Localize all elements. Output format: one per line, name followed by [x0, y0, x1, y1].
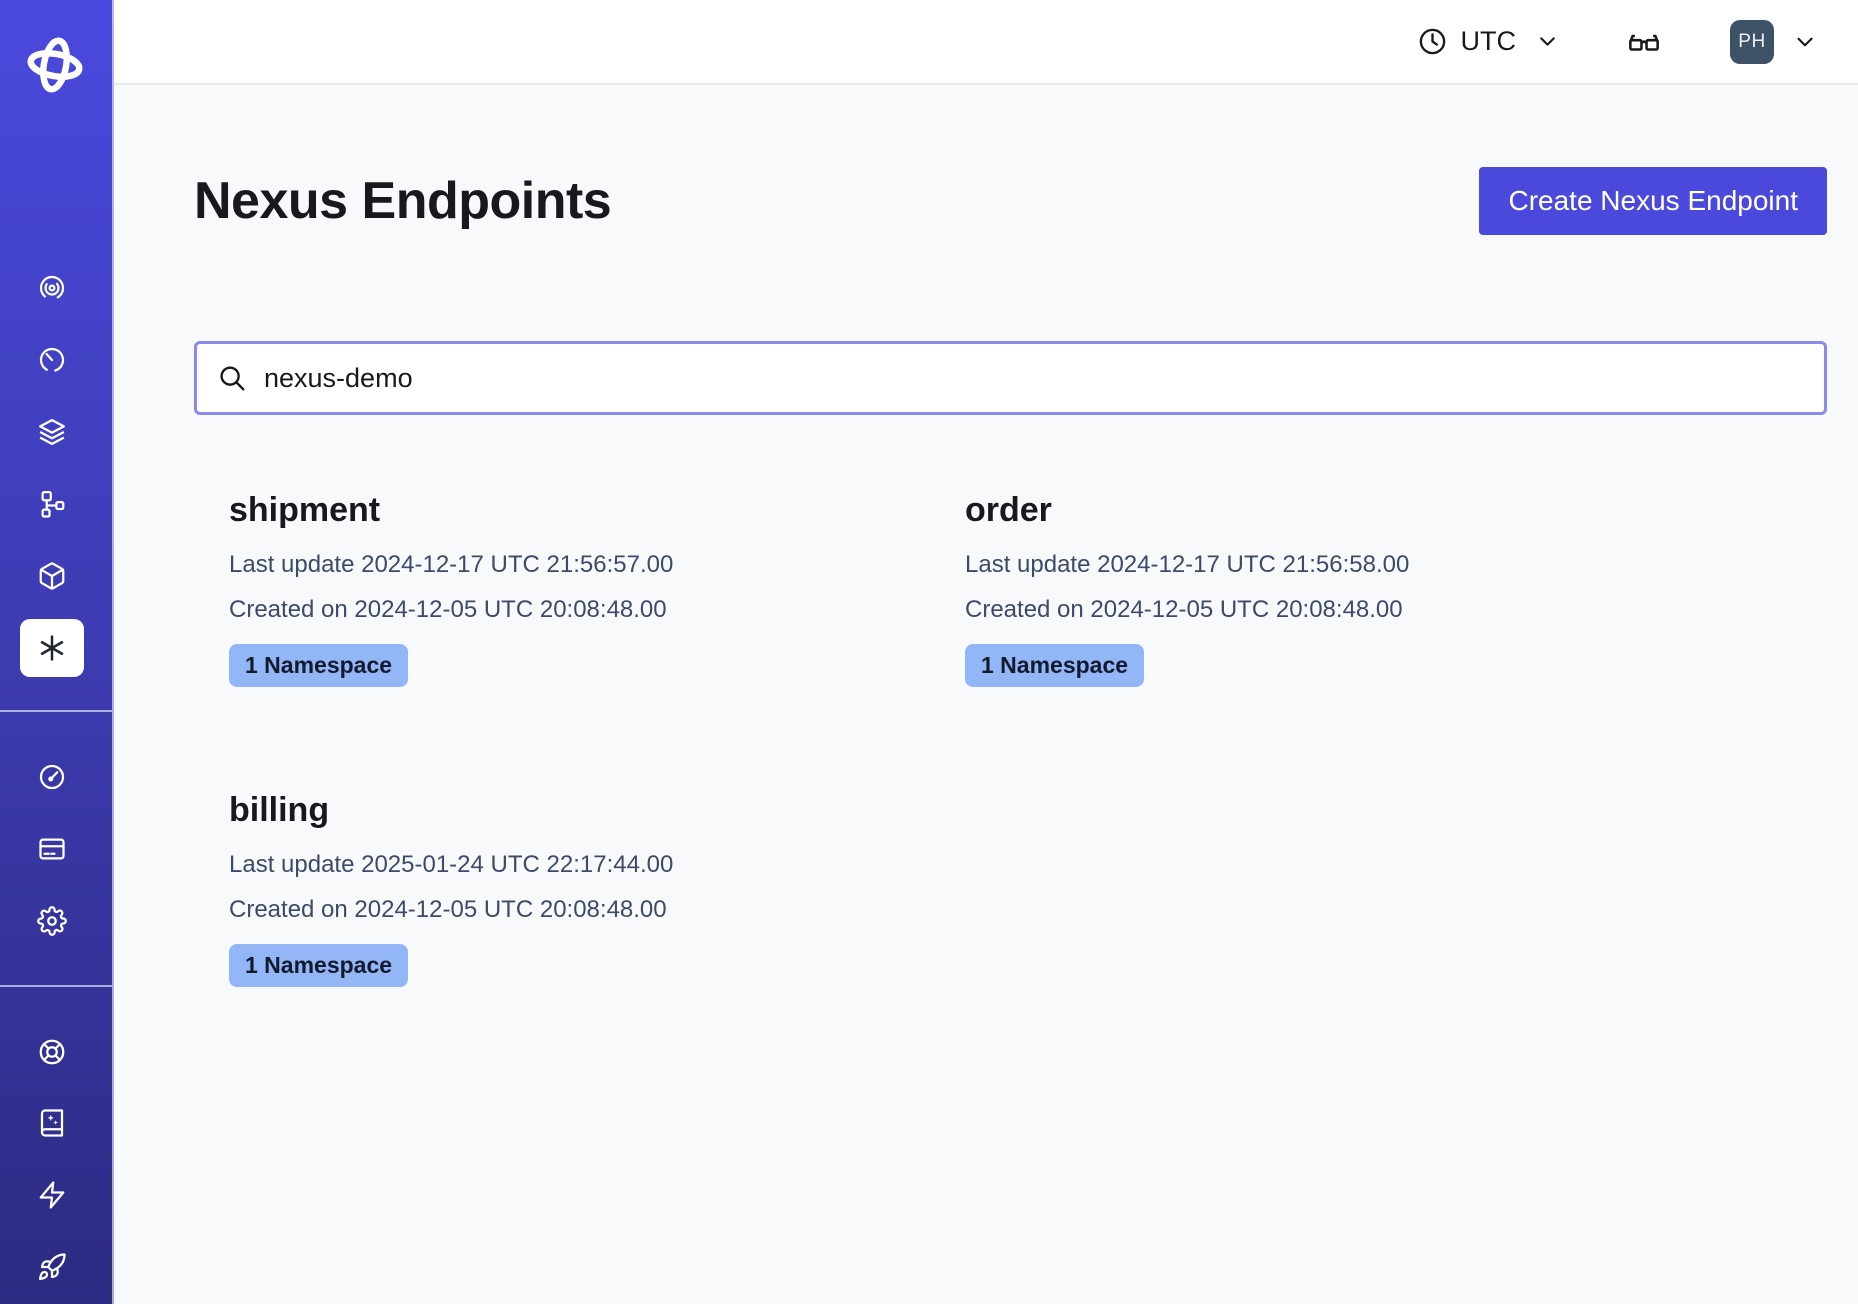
search-icon — [217, 363, 247, 393]
search-input[interactable] — [262, 362, 1804, 395]
clock-icon — [1417, 26, 1448, 57]
chevron-down-icon — [1792, 29, 1818, 55]
timezone-selector[interactable]: UTC — [1411, 25, 1567, 58]
create-nexus-endpoint-button[interactable]: Create Nexus Endpoint — [1479, 167, 1827, 235]
sidebar-divider — [0, 710, 112, 712]
sidebar-item-branch-nodes[interactable] — [20, 475, 84, 533]
sidebar-item-support[interactable] — [20, 1023, 84, 1081]
endpoint-created-on: Created on 2024-12-05 UTC 20:08:48.00 — [965, 587, 1701, 632]
timezone-label: UTC — [1461, 26, 1517, 57]
cube-icon — [37, 561, 67, 591]
sidebar-divider — [0, 985, 112, 987]
endpoint-list: shipment Last update 2024-12-17 UTC 21:5… — [229, 491, 1827, 987]
user-menu[interactable]: PH — [1730, 20, 1818, 64]
rocket-icon — [37, 1252, 67, 1282]
main-content: Nexus Endpoints Create Nexus Endpoint sh… — [114, 85, 1858, 1304]
spiral-icon — [37, 273, 67, 303]
sidebar-item-docs[interactable] — [20, 1094, 84, 1152]
sidebar — [0, 0, 114, 1304]
billing-card-icon — [37, 834, 67, 864]
layers-icon — [37, 417, 67, 447]
endpoint-created-on: Created on 2024-12-05 UTC 20:08:48.00 — [229, 887, 965, 932]
page-title: Nexus Endpoints — [194, 171, 611, 231]
namespace-badge: 1 Namespace — [229, 644, 408, 687]
gauge-icon — [37, 762, 67, 792]
chevron-down-icon — [1535, 29, 1560, 54]
top-bar: UTC PH — [114, 0, 1858, 85]
endpoint-card-billing[interactable]: billing Last update 2025-01-24 UTC 22:17… — [229, 791, 965, 987]
endpoint-last-update: Last update 2024-12-17 UTC 21:56:58.00 — [965, 542, 1701, 587]
avatar: PH — [1730, 20, 1774, 64]
lightning-icon — [37, 1180, 67, 1210]
gear-icon — [37, 906, 67, 936]
endpoint-last-update: Last update 2025-01-24 UTC 22:17:44.00 — [229, 842, 965, 887]
endpoint-name[interactable]: order — [965, 491, 1701, 530]
endpoint-card-shipment[interactable]: shipment Last update 2024-12-17 UTC 21:5… — [229, 491, 965, 687]
namespace-badge: 1 Namespace — [229, 944, 408, 987]
sidebar-item-cube[interactable] — [20, 547, 84, 605]
endpoint-name[interactable]: billing — [229, 791, 965, 830]
temporal-logo-icon[interactable] — [24, 34, 86, 98]
life-buoy-icon — [37, 1037, 67, 1067]
nexus-asterisk-icon — [37, 633, 67, 663]
endpoint-name[interactable]: shipment — [229, 491, 965, 530]
sidebar-item-layers[interactable] — [20, 403, 84, 461]
search-box — [194, 341, 1827, 415]
sidebar-item-nexus[interactable] — [20, 619, 84, 677]
timer-icon — [37, 345, 67, 375]
sidebar-item-spiral[interactable] — [20, 259, 84, 317]
endpoint-created-on: Created on 2024-12-05 UTC 20:08:48.00 — [229, 587, 965, 632]
branch-nodes-icon — [37, 489, 67, 519]
reader-mode-button[interactable] — [1626, 24, 1662, 60]
endpoint-card-order[interactable]: order Last update 2024-12-17 UTC 21:56:5… — [965, 491, 1701, 687]
sidebar-item-timer[interactable] — [20, 331, 84, 389]
glasses-icon — [1626, 24, 1662, 60]
sidebar-item-getting-started[interactable] — [20, 1238, 84, 1296]
sidebar-item-usage[interactable] — [20, 748, 84, 806]
sidebar-item-feedback[interactable] — [20, 1166, 84, 1224]
sidebar-item-billing[interactable] — [20, 820, 84, 878]
book-sparkles-icon — [37, 1108, 67, 1138]
endpoint-last-update: Last update 2024-12-17 UTC 21:56:57.00 — [229, 542, 965, 587]
namespace-badge: 1 Namespace — [965, 644, 1144, 687]
sidebar-item-settings[interactable] — [20, 892, 84, 950]
